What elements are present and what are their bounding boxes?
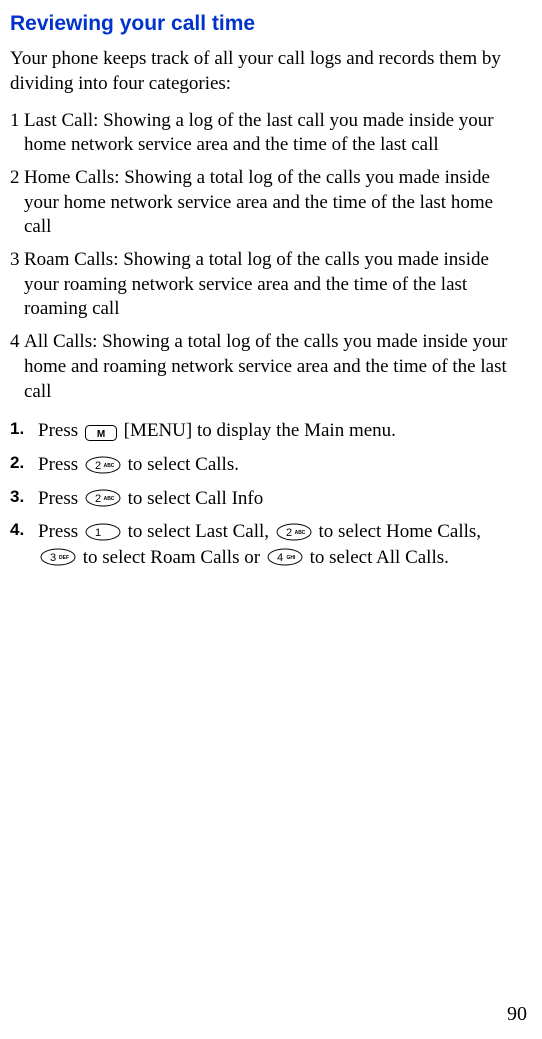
svg-text:4: 4 bbox=[277, 552, 283, 564]
step-post: to select Calls. bbox=[123, 454, 239, 475]
step-number: 4. bbox=[10, 519, 38, 541]
step-3: 3. Press 2ABC to select Call Info bbox=[10, 486, 522, 512]
page-number: 90 bbox=[507, 1001, 527, 1027]
category-num: 1 bbox=[10, 109, 24, 158]
category-item-1: 1 Last Call: Showing a log of the last c… bbox=[10, 109, 522, 158]
step-mid3: to select Roam Calls or bbox=[78, 547, 265, 568]
step-text: Press 2ABC to select Calls. bbox=[38, 452, 522, 478]
section-title: Reviewing your call time bbox=[10, 10, 522, 37]
step-number: 1. bbox=[10, 418, 38, 440]
step-text: Press M [MENU] to display the Main menu. bbox=[38, 418, 522, 444]
step-4: 4. Press 1 to select Last Call, 2ABC to … bbox=[10, 519, 522, 570]
step-mid1: to select Last Call, bbox=[123, 521, 274, 542]
step-number: 2. bbox=[10, 452, 38, 474]
m-key-icon: M bbox=[85, 423, 117, 439]
two-key-icon: 2ABC bbox=[85, 489, 121, 507]
svg-text:GHI: GHI bbox=[286, 555, 296, 561]
category-text: All Calls: Showing a total log of the ca… bbox=[24, 330, 522, 404]
category-text: Home Calls: Showing a total log of the c… bbox=[24, 166, 522, 240]
step-text: Press 2ABC to select Call Info bbox=[38, 486, 522, 512]
category-num: 2 bbox=[10, 166, 24, 240]
step-pre: Press bbox=[38, 420, 83, 441]
step-pre: Press bbox=[38, 488, 83, 509]
svg-text:ABC: ABC bbox=[103, 496, 114, 502]
svg-text:2: 2 bbox=[95, 493, 101, 505]
category-num: 4 bbox=[10, 330, 24, 404]
step-number: 3. bbox=[10, 486, 38, 508]
category-list: 1 Last Call: Showing a log of the last c… bbox=[10, 109, 522, 405]
three-key-icon: 3DEF bbox=[40, 548, 76, 566]
svg-text:M: M bbox=[97, 429, 105, 440]
two-key-icon: 2ABC bbox=[276, 523, 312, 541]
step-text: Press 1 to select Last Call, 2ABC to sel… bbox=[38, 519, 522, 570]
one-key-icon: 1 bbox=[85, 523, 121, 541]
step-pre: Press bbox=[38, 521, 83, 542]
svg-text:1: 1 bbox=[95, 527, 101, 539]
step-pre: Press bbox=[38, 454, 83, 475]
step-post: [MENU] to display the Main menu. bbox=[119, 420, 396, 441]
svg-text:3: 3 bbox=[50, 552, 56, 564]
category-item-4: 4 All Calls: Showing a total log of the … bbox=[10, 330, 522, 404]
svg-text:ABC: ABC bbox=[294, 530, 305, 536]
category-text: Roam Calls: Showing a total log of the c… bbox=[24, 248, 522, 322]
step-list: 1. Press M [MENU] to display the Main me… bbox=[10, 418, 522, 570]
step-mid2: to select Home Calls, bbox=[314, 521, 481, 542]
svg-text:ABC: ABC bbox=[103, 463, 114, 469]
step-2: 2. Press 2ABC to select Calls. bbox=[10, 452, 522, 478]
step-post: to select Call Info bbox=[123, 488, 263, 509]
category-item-3: 3 Roam Calls: Showing a total log of the… bbox=[10, 248, 522, 322]
category-item-2: 2 Home Calls: Showing a total log of the… bbox=[10, 166, 522, 240]
intro-paragraph: Your phone keeps track of all your call … bbox=[10, 47, 522, 96]
step-1: 1. Press M [MENU] to display the Main me… bbox=[10, 418, 522, 444]
step-post: to select All Calls. bbox=[305, 547, 449, 568]
category-num: 3 bbox=[10, 248, 24, 322]
svg-text:2: 2 bbox=[286, 527, 292, 539]
svg-text:2: 2 bbox=[95, 460, 101, 472]
svg-text:DEF: DEF bbox=[59, 555, 69, 561]
category-text: Last Call: Showing a log of the last cal… bbox=[24, 109, 522, 158]
four-key-icon: 4GHI bbox=[267, 548, 303, 566]
two-key-icon: 2ABC bbox=[85, 456, 121, 474]
